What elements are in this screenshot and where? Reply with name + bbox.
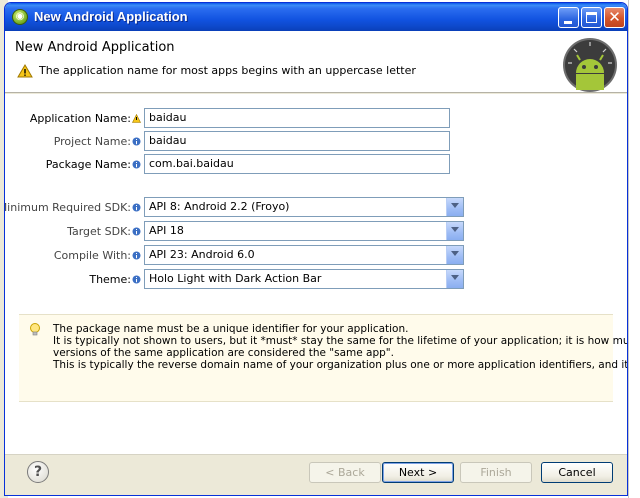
warning-icon bbox=[17, 64, 33, 78]
theme-label: Theme: bbox=[89, 273, 141, 286]
application-name-label: Application Name: bbox=[30, 112, 141, 125]
close-icon: ✕ bbox=[608, 8, 621, 26]
wizard-body: Application Name: baidau Project Name: b… bbox=[5, 94, 627, 454]
min-sdk-select[interactable]: API 8: Android 2.2 (Froyo) bbox=[144, 197, 464, 217]
title-bar[interactable]: ◉ New Android Application ✕ bbox=[5, 3, 627, 31]
chevron-down-icon[interactable] bbox=[446, 222, 463, 240]
info-line: It is typically not shown to users, but … bbox=[53, 335, 628, 347]
project-name-label-text: Project Name: bbox=[53, 135, 131, 148]
help-button[interactable]: ? bbox=[27, 461, 49, 483]
target-sdk-label: Target SDK: bbox=[67, 225, 141, 238]
lightbulb-icon bbox=[30, 323, 40, 336]
info-line: versions of the same application are con… bbox=[53, 347, 394, 359]
chevron-down-icon[interactable] bbox=[446, 246, 463, 264]
cancel-button[interactable]: Cancel bbox=[541, 462, 613, 483]
compile-with-value: API 23: Android 6.0 bbox=[149, 248, 255, 261]
minimize-button[interactable] bbox=[558, 7, 579, 28]
info-icon bbox=[132, 227, 141, 236]
compile-with-select[interactable]: API 23: Android 6.0 bbox=[144, 245, 464, 265]
application-name-label-text: Application Name: bbox=[29, 112, 131, 125]
project-name-field[interactable]: baidau bbox=[144, 131, 450, 151]
close-button[interactable]: ✕ bbox=[604, 7, 625, 28]
target-sdk-value: API 18 bbox=[149, 224, 184, 237]
chevron-down-icon[interactable] bbox=[446, 198, 463, 216]
android-logo-icon bbox=[563, 38, 617, 92]
project-name-label: Project Name: bbox=[54, 135, 141, 148]
min-sdk-label: Minimum Required SDK: bbox=[4, 201, 141, 214]
info-icon bbox=[132, 137, 141, 146]
theme-select[interactable]: Holo Light with Dark Action Bar bbox=[144, 269, 464, 289]
theme-label-text: Theme: bbox=[89, 273, 131, 286]
min-sdk-value: API 8: Android 2.2 (Froyo) bbox=[149, 200, 290, 213]
back-button[interactable]: < Back bbox=[309, 462, 381, 483]
minimize-icon bbox=[564, 21, 572, 24]
page-title: New Android Application bbox=[15, 40, 175, 55]
finish-button[interactable]: Finish bbox=[460, 462, 532, 483]
package-name-label-text: Package Name: bbox=[45, 158, 131, 171]
next-button[interactable]: Next > bbox=[382, 462, 454, 483]
warning-icon bbox=[132, 114, 141, 123]
button-bar: ? < Back Next > Finish Cancel bbox=[5, 454, 627, 495]
theme-value: Holo Light with Dark Action Bar bbox=[149, 272, 322, 285]
window-title: New Android Application bbox=[34, 9, 188, 24]
application-name-field[interactable]: baidau bbox=[144, 108, 450, 128]
target-sdk-select[interactable]: API 18 bbox=[144, 221, 464, 241]
maximize-button[interactable] bbox=[581, 7, 602, 28]
info-icon bbox=[132, 203, 141, 212]
dialog-window: ◉ New Android Application ✕ New Android … bbox=[4, 2, 628, 496]
info-line: This is typically the reverse domain nam… bbox=[53, 359, 628, 371]
info-icon bbox=[132, 275, 141, 284]
app-icon: ◉ bbox=[12, 9, 28, 25]
info-line: The package name must be a unique identi… bbox=[53, 323, 409, 335]
min-sdk-label-text: Minimum Required SDK: bbox=[4, 201, 131, 214]
compile-with-label-text: Compile With: bbox=[53, 249, 131, 262]
header-message: The application name for most apps begin… bbox=[39, 64, 416, 77]
package-name-label: Package Name: bbox=[46, 158, 141, 171]
info-icon bbox=[132, 251, 141, 260]
package-name-field[interactable]: com.bai.baidau bbox=[144, 154, 450, 174]
wizard-header: New Android Application The application … bbox=[5, 31, 627, 93]
background-desktop-right bbox=[628, 0, 640, 498]
chevron-down-icon[interactable] bbox=[446, 270, 463, 288]
info-panel: The package name must be a unique identi… bbox=[19, 314, 627, 402]
info-icon bbox=[132, 160, 141, 169]
maximize-icon bbox=[586, 12, 597, 23]
compile-with-label: Compile With: bbox=[54, 249, 141, 262]
target-sdk-label-text: Target SDK: bbox=[67, 225, 131, 238]
